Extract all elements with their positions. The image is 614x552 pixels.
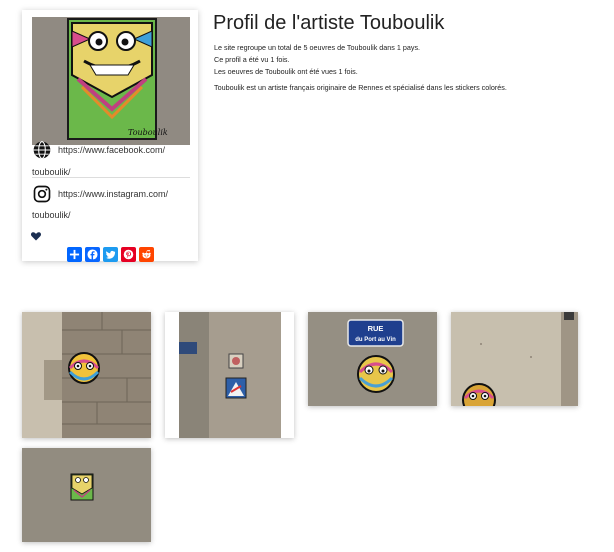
share-facebook-button[interactable]	[85, 247, 100, 262]
stat-line-profile-views: Ce profil a été vu 1 fois.	[214, 55, 290, 64]
twitter-icon	[105, 250, 116, 259]
artist-card: Touboulik https://www.facebook.com/ toub…	[22, 10, 198, 262]
instagram-icon	[33, 185, 51, 203]
stat-line-work-views: Les oeuvres de Touboulik ont été vues 1 …	[214, 67, 358, 76]
reddit-icon	[142, 249, 151, 259]
instagram-link[interactable]: https://www.instagram.com/	[58, 189, 168, 199]
gallery-item[interactable]	[451, 312, 578, 406]
instagram-link-row[interactable]: https://www.instagram.com/	[32, 184, 168, 204]
avatar-signature: Touboulik	[128, 128, 168, 137]
gallery-item[interactable]	[165, 312, 294, 438]
artwork-photo	[165, 312, 294, 438]
gallery-item[interactable]	[22, 312, 151, 438]
artist-avatar: Touboulik	[32, 17, 190, 145]
share-twitter-button[interactable]	[103, 247, 118, 262]
gallery-item[interactable]	[22, 448, 151, 542]
share-bar	[67, 247, 154, 262]
gallery-item[interactable]: RUE du Port au Vin	[308, 312, 437, 406]
artwork-photo	[22, 312, 151, 438]
artwork-photo	[22, 448, 151, 542]
globe-icon	[33, 141, 51, 159]
page-title: Profil de l'artiste Touboulik	[213, 12, 445, 34]
stat-line-works: Le site regroupe un total de 5 oeuvres d…	[214, 43, 421, 52]
artwork-photo	[451, 312, 578, 406]
website-link-tail[interactable]: touboulik/	[32, 167, 71, 177]
heart-icon[interactable]	[30, 230, 42, 242]
artist-bio: Touboulik est un artiste français origin…	[214, 83, 507, 92]
website-link-row[interactable]: https://www.facebook.com/	[32, 140, 165, 160]
instagram-link-tail[interactable]: touboulik/	[32, 210, 71, 220]
artwork-photo: RUE du Port au Vin	[308, 312, 437, 406]
artist-stats: Le site regroupe un total de 5 oeuvres d…	[214, 42, 420, 78]
street-sign-line2: du Port au Vin	[355, 337, 396, 343]
street-sign-line1: RUE	[368, 324, 384, 333]
plus-icon	[69, 249, 80, 260]
website-link[interactable]: https://www.facebook.com/	[58, 145, 165, 155]
pinterest-icon	[123, 249, 134, 260]
link-divider	[32, 177, 190, 178]
share-more-button[interactable]	[67, 247, 82, 262]
facebook-icon	[87, 249, 98, 260]
share-pinterest-button[interactable]	[121, 247, 136, 262]
share-reddit-button[interactable]	[139, 247, 154, 262]
